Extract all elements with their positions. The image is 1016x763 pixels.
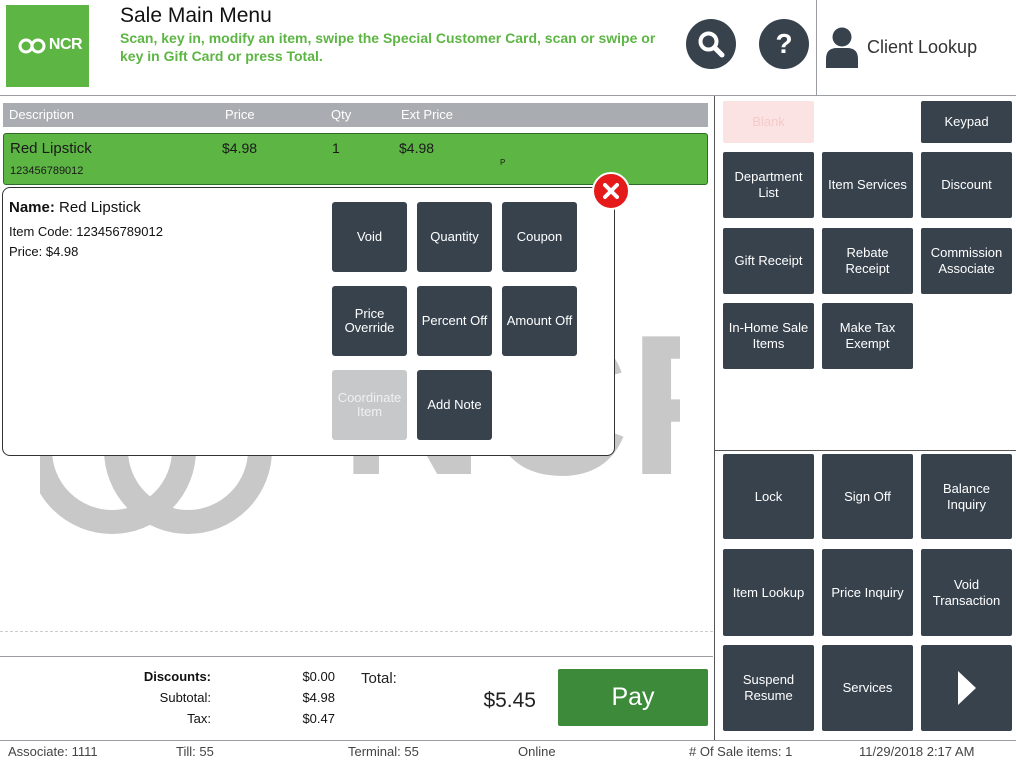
header: NCR Sale Main Menu Scan, key in, modify … <box>0 0 1016 96</box>
client-lookup-label: Client Lookup <box>867 37 978 57</box>
item-code: 123456789012 <box>10 165 84 177</box>
total-label: Total: <box>361 670 397 687</box>
lock-button[interactable]: Lock <box>723 454 814 539</box>
close-popup-button[interactable] <box>592 172 630 210</box>
ncr-logo: NCR <box>6 5 89 87</box>
coordinate-item-button[interactable]: Coordinate Item <box>332 370 407 440</box>
tax-label: Tax: <box>187 711 211 726</box>
department-list-button[interactable]: Department List <box>723 152 814 218</box>
instructions-text: Scan, key in, modify an item, swipe the … <box>120 30 656 64</box>
discounts-value: $0.00 <box>302 669 335 684</box>
status-online: Online <box>518 744 556 759</box>
services-button[interactable]: Services <box>822 645 913 731</box>
subtotal-label: Subtotal: <box>159 690 211 705</box>
pay-button[interactable]: Pay <box>558 669 708 726</box>
popup-item-name: Name: Red Lipstick <box>9 199 141 216</box>
suspend-resume-button[interactable]: Suspend Resume <box>723 645 814 731</box>
search-button[interactable] <box>686 19 736 69</box>
sign-off-button[interactable]: Sign Off <box>822 454 913 539</box>
item-list-header: Description Price Qty Ext Price <box>3 103 708 127</box>
status-terminal: Terminal: 55 <box>348 744 419 759</box>
help-icon: ? <box>775 28 793 59</box>
status-till: Till: 55 <box>176 744 214 759</box>
percent-off-button[interactable]: Percent Off <box>417 286 492 356</box>
quantity-button[interactable]: Quantity <box>417 202 492 272</box>
item-qty: 1 <box>332 140 340 156</box>
item-options-popup: Name: Red Lipstick Item Code: 1234567890… <box>2 187 615 456</box>
amount-off-button[interactable]: Amount Off <box>502 286 577 356</box>
client-lookup-button[interactable]: Client Lookup <box>817 0 1016 96</box>
item-description: Red Lipstick <box>10 140 92 157</box>
status-datetime: 11/29/2018 2:17 AM <box>859 744 975 759</box>
total-value: $5.45 <box>483 689 536 712</box>
tax-value: $0.47 <box>302 711 335 726</box>
function-panel-divider <box>714 450 1016 451</box>
status-associate: Associate: 1111 <box>8 744 98 759</box>
balance-inquiry-button[interactable]: Balance Inquiry <box>921 454 1012 539</box>
item-price: $4.98 <box>222 140 258 156</box>
item-services-button[interactable]: Item Services <box>822 152 913 218</box>
popup-item-price: Price: $4.98 <box>9 244 79 259</box>
help-button[interactable]: ? <box>759 19 809 69</box>
status-sale-items: # Of Sale items: 1 <box>689 744 793 759</box>
void-transaction-button[interactable]: Void Transaction <box>921 549 1012 636</box>
user-icon <box>826 27 858 68</box>
keypad-button[interactable]: Keypad <box>921 101 1012 143</box>
coupon-button[interactable]: Coupon <box>502 202 577 272</box>
column-header-ext-price: Ext Price <box>401 107 454 122</box>
rebate-receipt-button[interactable]: Rebate Receipt <box>822 228 913 294</box>
item-list-bottom-divider <box>0 631 713 632</box>
item-lookup-button[interactable]: Item Lookup <box>723 549 814 636</box>
popup-name-value: Red Lipstick <box>59 199 141 216</box>
discounts-label: Discounts: <box>143 669 211 684</box>
close-icon <box>603 183 619 199</box>
gift-receipt-button[interactable]: Gift Receipt <box>723 228 814 294</box>
search-icon <box>698 31 725 58</box>
column-header-description: Description <box>9 107 75 122</box>
void-button[interactable]: Void <box>332 202 407 272</box>
item-ext-price: $4.98 <box>399 140 435 156</box>
in-home-sale-items-button[interactable]: In-Home Sale Items <box>723 303 814 369</box>
page-title: Sale Main Menu <box>120 4 272 27</box>
logo-text: NCR <box>48 36 83 53</box>
chevron-right-icon <box>957 671 976 705</box>
column-header-price: Price <box>225 107 255 122</box>
subtotal-value: $4.98 <box>302 690 335 705</box>
add-note-button[interactable]: Add Note <box>417 370 492 440</box>
popup-item-code: Item Code: 123456789012 <box>9 224 163 239</box>
column-header-qty: Qty <box>331 107 352 122</box>
price-inquiry-button[interactable]: Price Inquiry <box>822 549 913 636</box>
status-bar: Associate: 1111 Till: 55 Terminal: 55 On… <box>0 740 1016 763</box>
make-tax-exempt-button[interactable]: Make Tax Exempt <box>822 303 913 369</box>
popup-name-label: Name: <box>9 199 55 216</box>
totals-panel: Discounts: $0.00 Subtotal: $4.98 Tax: $0… <box>0 656 713 740</box>
commission-associate-button[interactable]: Commission Associate <box>921 228 1012 294</box>
next-page-button[interactable] <box>921 645 1012 731</box>
blank-button[interactable]: Blank <box>723 101 814 143</box>
discount-button[interactable]: Discount <box>921 152 1012 218</box>
item-flag: P <box>500 158 506 167</box>
price-override-button[interactable]: Price Override <box>332 286 407 356</box>
